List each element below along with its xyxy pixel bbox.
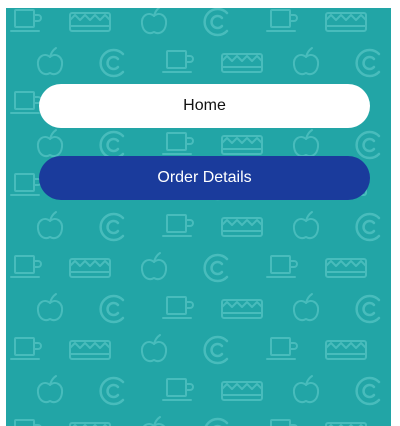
app-screen: Home Order Details xyxy=(0,0,400,426)
order-details-button[interactable]: Order Details xyxy=(39,156,370,200)
panel-fill xyxy=(6,8,391,426)
menu-panel: Home Order Details xyxy=(6,8,391,426)
home-button[interactable]: Home xyxy=(39,84,370,128)
food-pattern-background xyxy=(6,8,391,426)
